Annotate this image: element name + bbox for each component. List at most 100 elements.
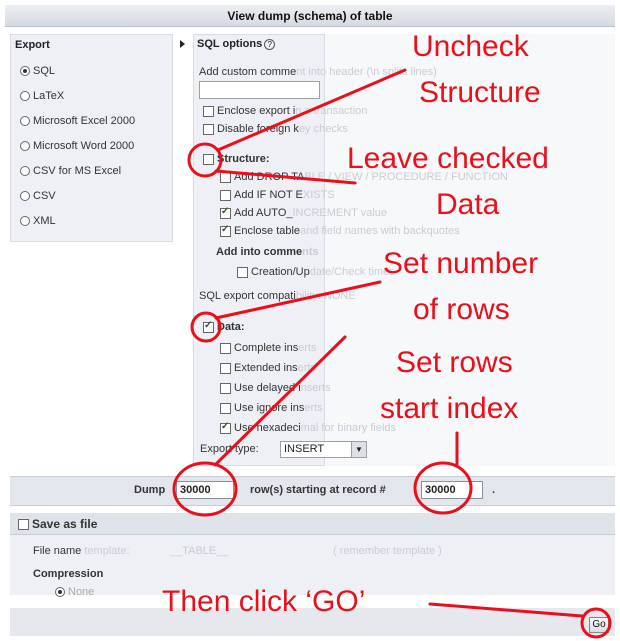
ignore-inserts-option[interactable]: Use ignore ins erts xyxy=(220,400,323,416)
go-button[interactable]: Go xyxy=(589,617,609,633)
file-name-input[interactable]: __TABLE__ xyxy=(170,545,229,557)
save-as-file-option[interactable]: Save as file xyxy=(18,516,97,532)
radio-icon[interactable] xyxy=(20,141,30,151)
option-label: Use ignore ins xyxy=(234,402,305,414)
radio-icon[interactable] xyxy=(20,66,30,76)
chevron-down-icon[interactable]: ▼ xyxy=(351,442,366,457)
label-ghost: nt into header (\n splits lines) xyxy=(296,66,437,78)
format-label: CSV xyxy=(33,190,56,202)
checkbox-icon[interactable] xyxy=(203,105,214,117)
option-label: Add DROP TA xyxy=(234,171,305,183)
annotation-uncheck-line1: Uncheck xyxy=(412,30,529,63)
disable-fk-option[interactable]: Disable foreign k ey checks xyxy=(203,121,348,137)
option-ghost: nserts xyxy=(300,382,331,394)
annotation-start-line1: Set rows xyxy=(396,346,513,379)
checkbox-icon[interactable] xyxy=(237,266,248,278)
compression-label: Compression xyxy=(33,568,104,580)
format-radio-latex[interactable]: LaTeX xyxy=(20,87,64,105)
compat-label: SQL export compatibility: NONE xyxy=(199,290,356,302)
sql-options-heading: SQL options ? xyxy=(180,38,276,50)
option-ghost: n a transaction xyxy=(295,105,368,117)
checkbox-icon[interactable] xyxy=(220,224,231,237)
radio-icon[interactable] xyxy=(20,216,30,226)
annotation-rows-line2: of rows xyxy=(413,293,510,326)
option-label: Use hexadeci xyxy=(234,422,301,434)
compression-none-radio[interactable]: None xyxy=(55,583,94,601)
export-heading: Export xyxy=(15,39,50,51)
data-option[interactable]: Data: xyxy=(203,319,245,335)
radio-icon[interactable] xyxy=(55,587,65,597)
option-ghost: erts xyxy=(298,342,317,354)
radio-icon[interactable] xyxy=(20,116,30,126)
label-text: SQL export compati xyxy=(199,290,296,302)
structure-option[interactable]: Structure: xyxy=(203,151,270,167)
radio-label: None xyxy=(68,586,95,598)
format-radio-csv-excel[interactable]: CSV for MS Excel xyxy=(20,162,121,180)
option-ghost: date/Check times xyxy=(309,266,395,278)
hexadecimal-option[interactable]: Use hexadecimal for binary fields xyxy=(220,420,396,436)
option-label: Enclose table xyxy=(234,225,301,237)
option-label: Disable foreign k xyxy=(217,123,299,135)
save-as-file-checkbox[interactable] xyxy=(18,518,29,530)
dump-middle-label: row(s) starting at record # xyxy=(250,484,386,496)
option-ghost: erts xyxy=(297,362,316,374)
checkbox-icon[interactable] xyxy=(220,171,231,183)
creation-update-option[interactable]: Creation/Up date/Check times xyxy=(237,264,395,280)
format-radio-xml[interactable]: XML xyxy=(20,212,56,230)
checkbox-icon[interactable] xyxy=(220,421,231,434)
help-icon[interactable]: ? xyxy=(264,38,276,50)
checkbox-icon[interactable] xyxy=(220,206,231,219)
format-label: LaTeX xyxy=(33,90,65,102)
expand-arrow-icon xyxy=(180,40,185,48)
format-label: SQL xyxy=(33,65,56,77)
remember-template-option[interactable]: ( remember template ) xyxy=(333,545,442,557)
format-radio-sql[interactable]: SQL xyxy=(20,62,55,80)
label-text: File name xyxy=(33,545,82,557)
radio-icon[interactable] xyxy=(20,191,30,201)
label-ghost: nts xyxy=(302,246,319,258)
select-value: INSERT xyxy=(284,443,325,455)
annotation-rows-line1: Set number xyxy=(383,247,539,280)
format-radio-excel[interactable]: Microsoft Excel 2000 xyxy=(20,112,135,130)
enclose-backquotes-option[interactable]: Enclose table and field names with backq… xyxy=(220,223,460,239)
checkbox-icon[interactable] xyxy=(220,362,231,374)
start-record-input[interactable]: 30000 xyxy=(421,481,483,499)
data-checkbox[interactable] xyxy=(203,320,214,333)
custom-comment-input[interactable] xyxy=(199,81,320,99)
structure-checkbox[interactable] xyxy=(203,153,214,165)
enclose-transaction-option[interactable]: Enclose export in a transaction xyxy=(203,103,367,119)
format-radio-word[interactable]: Microsoft Word 2000 xyxy=(20,137,134,155)
annotation-start-line2: start index xyxy=(380,392,519,425)
delayed-inserts-option[interactable]: Use delayed i nserts xyxy=(220,380,331,396)
extended-inserts-option[interactable]: Extended ins erts xyxy=(220,360,316,376)
checkbox-icon[interactable] xyxy=(220,342,231,354)
checkbox-icon[interactable] xyxy=(220,402,231,414)
checkbox-icon[interactable] xyxy=(220,382,231,394)
complete-inserts-option[interactable]: Complete ins erts xyxy=(220,340,317,356)
radio-icon[interactable] xyxy=(20,166,30,176)
export-type-label: Export type: xyxy=(200,443,259,455)
format-label: CSV for MS Excel xyxy=(33,165,122,177)
export-type-select[interactable]: INSERT ▼ xyxy=(280,441,367,458)
option-label: Add IF NOT E xyxy=(234,189,303,201)
label-ghost: template: xyxy=(84,545,130,557)
file-name-label: File name template: xyxy=(33,545,130,557)
format-radio-csv[interactable]: CSV xyxy=(20,187,56,205)
format-label: Microsoft Excel 2000 xyxy=(33,115,136,127)
checkbox-icon[interactable] xyxy=(203,123,214,135)
add-auto-increment-option[interactable]: Add AUTO_INCREMENT value xyxy=(220,205,387,221)
option-ghost: erts xyxy=(304,402,323,414)
option-label: Enclose export i xyxy=(217,105,296,117)
radio-icon[interactable] xyxy=(20,91,30,101)
save-file-bar xyxy=(10,513,615,535)
checkbox-icon[interactable] xyxy=(220,189,231,201)
add-if-not-exists-option[interactable]: Add IF NOT E XISTS xyxy=(220,187,335,203)
option-label: Save as file xyxy=(32,517,98,531)
format-label: XML xyxy=(33,215,56,227)
row-count-input[interactable]: 30000 xyxy=(176,481,234,499)
dump-prefix-label: Dump xyxy=(134,484,166,496)
option-ghost: ey checks xyxy=(298,123,348,135)
format-label: Microsoft Word 2000 xyxy=(33,140,135,152)
label-text: Add into comme xyxy=(216,246,303,258)
add-into-comments-label: Add into comments xyxy=(216,246,319,258)
